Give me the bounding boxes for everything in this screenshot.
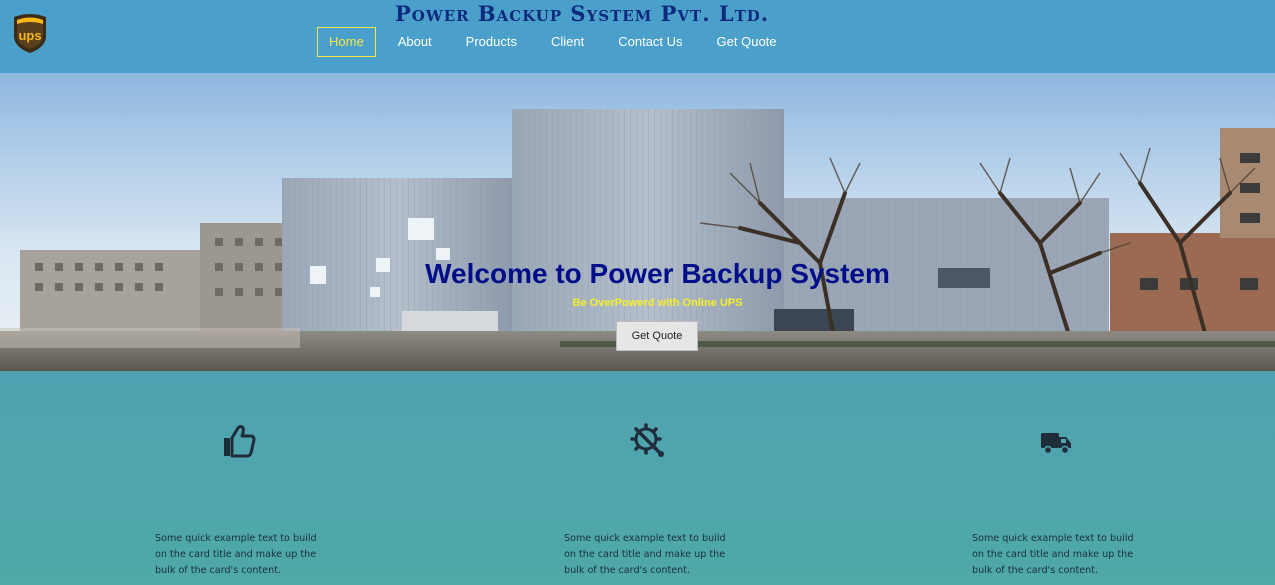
- hero-banner: Welcome to Power Backup System Be OverPo…: [0, 73, 1275, 371]
- nav-about[interactable]: About: [386, 27, 444, 57]
- thumbs-up-icon: [224, 425, 256, 458]
- feature-card-text: Some quick example text to build on the …: [155, 533, 317, 576]
- features-section: Some quick example text to build on the …: [0, 371, 1275, 585]
- delivery-truck-icon: [1041, 433, 1071, 455]
- company-name: Power Backup System Pvt. Ltd.: [395, 1, 770, 26]
- svg-text:ups: ups: [18, 28, 41, 43]
- nav-products[interactable]: Products: [454, 27, 529, 57]
- ups-logo[interactable]: ups: [9, 12, 51, 54]
- nav-home[interactable]: Home: [317, 27, 376, 57]
- get-quote-button[interactable]: Get Quote: [616, 321, 698, 351]
- feature-card-text: Some quick example text to build on the …: [564, 533, 726, 576]
- feature-card-text: Some quick example text to build on the …: [972, 533, 1134, 576]
- gear-wrench-icon: [630, 423, 664, 457]
- site-header: ups Power Backup System Pvt. Ltd. Home A…: [0, 0, 1275, 73]
- hero-subtitle: Be OverPowerd with Online UPS: [572, 297, 743, 309]
- nav-client[interactable]: Client: [539, 27, 596, 57]
- nav-get-quote[interactable]: Get Quote: [705, 27, 789, 57]
- nav-contact-us[interactable]: Contact Us: [606, 27, 694, 57]
- hero-title: Welcome to Power Backup System: [425, 258, 890, 289]
- main-nav: Home About Products Client Contact Us Ge…: [317, 27, 799, 57]
